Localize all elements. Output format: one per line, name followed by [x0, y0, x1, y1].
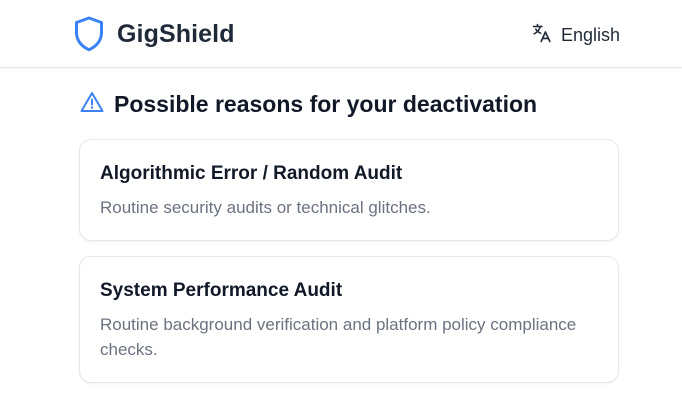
- brand[interactable]: GigShield: [74, 16, 235, 52]
- language-selector[interactable]: English: [532, 22, 620, 48]
- section-heading: Possible reasons for your deactivation: [80, 88, 537, 120]
- reason-title: System Performance Audit: [100, 280, 343, 301]
- section-title: Possible reasons for your deactivation: [114, 90, 538, 117]
- reason-card: System Performance Audit Routine backgro…: [79, 256, 619, 383]
- translate-icon: [532, 23, 552, 48]
- reason-card: Algorithmic Error / Random Audit Routine…: [79, 139, 619, 241]
- language-label: English: [560, 24, 620, 45]
- brand-name: GigShield: [117, 19, 235, 48]
- warning-icon: [80, 91, 104, 118]
- reason-description: Routine security audits or technical gli…: [100, 198, 431, 217]
- reason-description: Routine background verification and plat…: [100, 315, 577, 359]
- shield-icon: [74, 16, 104, 52]
- app-header: GigShield English: [0, 0, 682, 68]
- reason-title: Algorithmic Error / Random Audit: [100, 163, 403, 184]
